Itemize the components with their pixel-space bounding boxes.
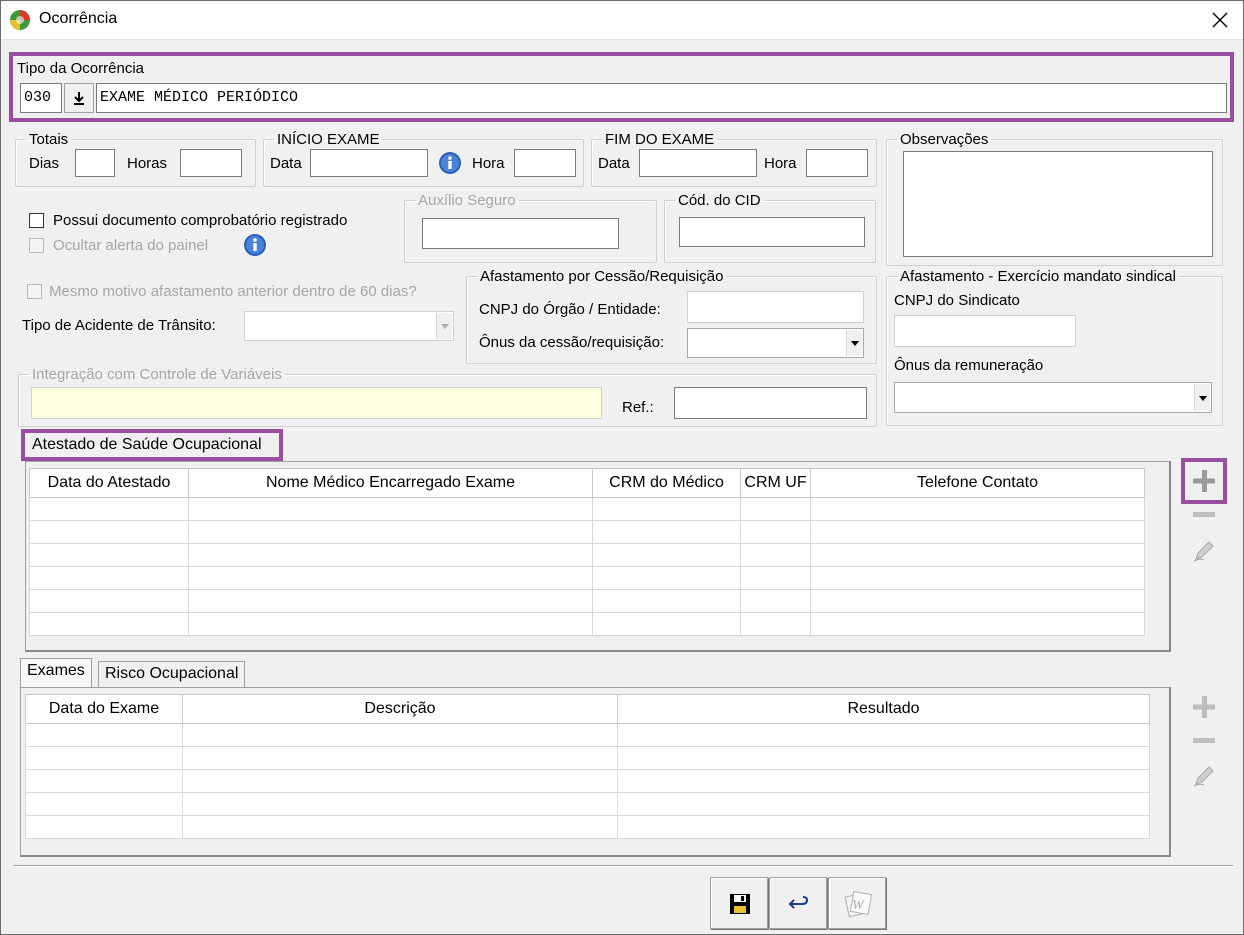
tipo-code-input[interactable]: 030: [20, 83, 62, 113]
window-title: Ocorrência: [39, 10, 118, 27]
table-row[interactable]: [29, 566, 1145, 590]
col-resultado[interactable]: Resultado: [617, 694, 1150, 724]
table-row[interactable]: [29, 589, 1145, 613]
inicio-hora-input[interactable]: [514, 149, 576, 177]
table-row[interactable]: [25, 792, 1150, 816]
observacoes-textarea[interactable]: [903, 151, 1213, 257]
ocultar-alerta-checkbox[interactable]: [29, 238, 44, 253]
cessao-legend: Afastamento por Cessão/Requisição: [480, 268, 724, 285]
cessao-onus-label: Ônus da cessão/requisição:: [479, 334, 665, 351]
fim-data-label: Data: [598, 155, 630, 172]
app-globe-icon: [10, 10, 30, 30]
close-icon[interactable]: [1199, 3, 1241, 37]
possui-documento-label: Possui documento comprobatório registrad…: [53, 212, 348, 229]
tipo-description-input[interactable]: EXAME MÉDICO PERIÓDICO: [96, 83, 1227, 113]
sindical-cnpj-input[interactable]: [894, 315, 1076, 347]
table-row[interactable]: [25, 723, 1150, 747]
cessao-cnpj-label: CNPJ do Órgão / Entidade:: [479, 301, 661, 318]
cessao-cnpj-input[interactable]: [687, 291, 864, 323]
inicio-exame-legend: INÍCIO EXAME: [277, 131, 380, 148]
atestado-grid: Data do Atestado Nome Médico Encarregado…: [29, 468, 1145, 636]
add-exame-plus-icon[interactable]: [1190, 693, 1218, 721]
tab-risco-ocupacional[interactable]: Risco Ocupacional: [98, 661, 246, 687]
mesmo-motivo-checkbox[interactable]: [27, 284, 42, 299]
word-document-button[interactable]: W: [828, 877, 886, 929]
tab-exames[interactable]: Exames: [20, 658, 92, 688]
title-bar: Ocorrência: [1, 1, 1243, 40]
floppy-disk-icon: [730, 894, 750, 914]
col-crm-medico[interactable]: CRM do Médico: [592, 468, 741, 498]
svg-text:W: W: [852, 898, 865, 913]
table-row[interactable]: [25, 769, 1150, 793]
chevron-down-icon: [1194, 384, 1210, 411]
download-arrow-icon: [74, 92, 84, 105]
ocultar-alerta-label: Ocultar alerta do painel: [53, 237, 209, 254]
chevron-down-icon: [846, 330, 862, 356]
auxilio-seguro-legend: Auxílio Seguro: [418, 192, 516, 209]
horas-label: Horas: [127, 155, 168, 172]
col-crm-uf[interactable]: CRM UF: [740, 468, 811, 498]
info-icon[interactable]: [243, 233, 267, 257]
word-document-icon: W: [844, 891, 872, 918]
table-row[interactable]: [25, 746, 1150, 770]
col-telefone[interactable]: Telefone Contato: [810, 468, 1145, 498]
tipo-label: Tipo da Ocorrência: [17, 60, 145, 77]
fim-hora-input[interactable]: [806, 149, 868, 177]
edit-atestado-pencil-icon[interactable]: [1190, 536, 1218, 564]
fim-hora-label: Hora: [764, 155, 797, 172]
tipo-lookup-button[interactable]: [64, 83, 94, 113]
footer-separator: [13, 865, 1233, 867]
sindical-cnpj-label: CNPJ do Sindicato: [894, 292, 1020, 309]
possui-documento-checkbox[interactable]: [29, 213, 44, 228]
cessao-onus-select[interactable]: [687, 328, 864, 358]
ref-label: Ref.:: [622, 399, 654, 416]
dias-input[interactable]: [75, 149, 115, 177]
remove-exame-minus-icon[interactable]: [1190, 727, 1218, 755]
dias-label: Dias: [29, 155, 60, 172]
add-atestado-plus-icon[interactable]: [1190, 467, 1218, 495]
sindical-legend: Afastamento - Exercício mandato sindical: [900, 268, 1176, 285]
horas-input[interactable]: [180, 149, 242, 177]
undo-button[interactable]: [769, 877, 827, 929]
table-row[interactable]: [29, 497, 1145, 521]
edit-exame-pencil-icon[interactable]: [1190, 761, 1218, 789]
col-nome-medico[interactable]: Nome Médico Encarregado Exame: [188, 468, 593, 498]
cid-legend: Cód. do CID: [678, 192, 761, 209]
occurrence-dialog: Ocorrência Tipo da Ocorrência 030 EXAME …: [0, 0, 1244, 935]
inicio-data-label: Data: [270, 155, 302, 172]
inicio-hora-label: Hora: [472, 155, 505, 172]
totais-legend: Totais: [29, 131, 69, 148]
sindical-onus-select[interactable]: [894, 382, 1212, 413]
table-row[interactable]: [25, 815, 1150, 839]
inicio-data-input[interactable]: [310, 149, 428, 177]
table-row[interactable]: [29, 543, 1145, 567]
tipo-acidente-select[interactable]: [244, 311, 454, 341]
auxilio-seguro-input[interactable]: [422, 218, 619, 249]
cid-input[interactable]: [679, 217, 865, 247]
sindical-onus-label: Ônus da remuneração: [894, 357, 1044, 374]
integracao-legend: Integração com Controle de Variáveis: [32, 366, 282, 383]
save-button[interactable]: [710, 877, 768, 929]
ref-input[interactable]: [674, 387, 867, 419]
chevron-down-icon: [436, 313, 452, 339]
col-data-atestado[interactable]: Data do Atestado: [29, 468, 189, 498]
remove-atestado-minus-icon[interactable]: [1190, 501, 1218, 529]
info-icon[interactable]: [438, 151, 462, 175]
table-row[interactable]: [29, 612, 1145, 636]
col-descricao[interactable]: Descrição: [182, 694, 618, 724]
undo-arrow-icon: [788, 896, 809, 909]
table-row[interactable]: [29, 520, 1145, 544]
fim-data-input[interactable]: [639, 149, 757, 177]
integracao-input[interactable]: [31, 387, 602, 419]
mesmo-motivo-label: Mesmo motivo afastamento anterior dentro…: [49, 283, 417, 300]
col-data-exame[interactable]: Data do Exame: [25, 694, 183, 724]
exames-grid: Data do Exame Descrição Resultado: [25, 694, 1150, 839]
atestado-title: Atestado de Saúde Ocupacional: [32, 436, 262, 453]
tipo-acidente-label: Tipo de Acidente de Trânsito:: [22, 317, 216, 334]
observacoes-legend: Observações: [900, 131, 989, 148]
fim-exame-legend: FIM DO EXAME: [605, 131, 715, 148]
